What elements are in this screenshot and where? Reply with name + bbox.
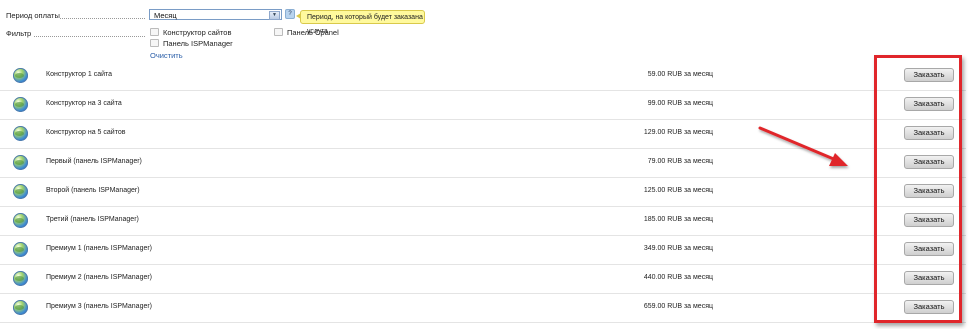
annotation-arrow-icon bbox=[758, 126, 848, 166]
